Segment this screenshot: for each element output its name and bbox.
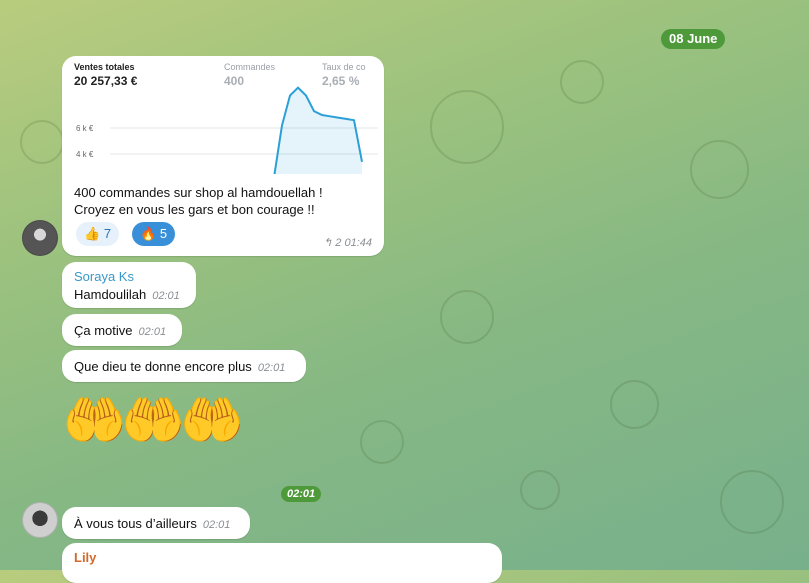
message-bubble[interactable]: À vous tous d’ailleurs 02:01	[62, 507, 250, 539]
sticker-emoji[interactable]: 🤲🤲🤲	[62, 390, 244, 451]
reaction-thumbs-up[interactable]: 👍 7	[76, 222, 120, 246]
message-time: 02:01	[202, 519, 231, 531]
reaction-fire[interactable]: 🔥 5	[132, 222, 176, 246]
date-separator: 08 June	[661, 29, 726, 49]
avatar[interactable]	[22, 502, 58, 538]
message-bubble[interactable]: Ça motive 02:01	[62, 314, 182, 346]
ytick-label: 4 k €	[76, 150, 94, 159]
reply-icon: ↰	[323, 237, 333, 249]
avatar[interactable]	[22, 220, 58, 256]
stats-image: Ventes totales 20 257,33 € Commandes 400…	[62, 56, 384, 174]
message-bubble[interactable]: Que dieu te donne encore plus 02:01	[62, 350, 306, 382]
message-text: À vous tous d’ailleurs	[74, 516, 197, 531]
message-bubble[interactable]: Soraya Ks Hamdoulilah 02:01	[62, 262, 196, 308]
post-text: 400 commandes sur shop al hamdouellah ! …	[74, 185, 323, 217]
post-meta: ↰ 2 01:44	[323, 236, 372, 249]
message-text: Que dieu te donne encore plus	[74, 359, 252, 374]
message-text: Ça motive	[74, 323, 133, 338]
sticker-time: 02:01	[281, 486, 322, 502]
message-time: 02:01	[152, 290, 180, 302]
message-text: Hamdoulilah	[74, 287, 147, 302]
reply-count: 2	[335, 237, 342, 249]
post-time: 01:44	[344, 237, 372, 249]
sender-name[interactable]: Lily	[74, 550, 96, 565]
message-time: 02:01	[138, 326, 167, 338]
message-time: 02:01	[257, 362, 286, 374]
sender-name[interactable]: Soraya Ks	[74, 269, 134, 284]
message-bubble[interactable]: Lily	[62, 543, 502, 583]
sales-chart: 6 k € 4 k €	[76, 86, 378, 174]
post-message[interactable]: Ventes totales 20 257,33 € Commandes 400…	[62, 56, 384, 256]
ytick-label: 6 k €	[76, 124, 94, 133]
